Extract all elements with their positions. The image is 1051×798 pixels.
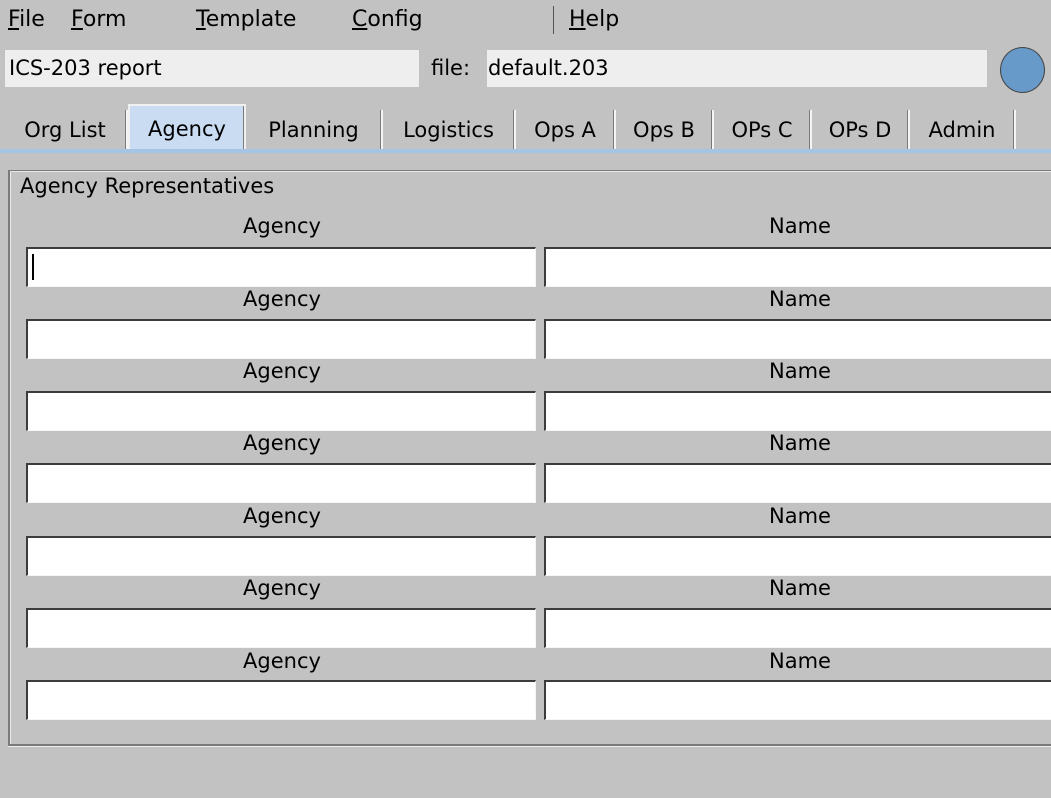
tab-logistics[interactable]: Logistics	[383, 110, 516, 150]
tab-planning[interactable]: Planning	[246, 110, 383, 150]
menu-help-label: elp	[585, 7, 620, 32]
menu-config-mnemonic: C	[352, 7, 368, 32]
panel-title: Agency Representatives	[20, 174, 275, 198]
tab-underline	[0, 149, 1051, 153]
report-name-field[interactable]: ICS-203 report	[5, 50, 419, 87]
menu-bar: File Form Template Config Help	[0, 0, 1051, 38]
text-cursor	[32, 254, 34, 280]
menu-template-label: emplate	[205, 7, 297, 32]
name-header: Name	[769, 431, 831, 455]
menu-form-mnemonic: F	[71, 7, 83, 32]
agency-input[interactable]	[26, 536, 536, 576]
name-header: Name	[769, 359, 831, 383]
agency-header: Agency	[243, 649, 321, 673]
name-input[interactable]	[544, 463, 1051, 503]
agency-header: Agency	[243, 504, 321, 528]
agency-header: Agency	[243, 431, 321, 455]
name-input[interactable]	[544, 319, 1051, 359]
menu-file[interactable]: File	[8, 5, 45, 35]
agency-input[interactable]	[26, 319, 536, 359]
agency-header: Agency	[243, 576, 321, 600]
tab-ops-c[interactable]: OPs C	[714, 110, 812, 150]
name-input[interactable]	[544, 680, 1051, 720]
menu-template[interactable]: Template	[196, 5, 296, 35]
menu-file-mnemonic: F	[8, 7, 20, 32]
tab-ops-a[interactable]: Ops A	[516, 110, 616, 150]
tab-bar: Org List Agency Planning Logistics Ops A…	[0, 104, 1051, 152]
tab-admin[interactable]: Admin	[910, 110, 1016, 150]
name-header: Name	[769, 214, 831, 238]
agency-input[interactable]	[26, 463, 536, 503]
agency-header: Agency	[243, 214, 321, 238]
tab-org-list[interactable]: Org List	[4, 110, 128, 150]
name-header: Name	[769, 287, 831, 311]
file-name-field[interactable]: default.203	[487, 50, 987, 87]
menu-form[interactable]: Form	[71, 5, 126, 35]
agency-representatives-panel: Agency Representatives Agency Name Agenc…	[8, 170, 1051, 746]
name-input[interactable]	[544, 247, 1051, 287]
menu-file-label: ile	[19, 7, 45, 32]
tab-agency[interactable]: Agency	[128, 104, 246, 150]
name-input[interactable]	[544, 391, 1051, 431]
name-header: Name	[769, 649, 831, 673]
agency-input[interactable]	[26, 391, 536, 431]
agency-header: Agency	[243, 287, 321, 311]
agency-header: Agency	[243, 359, 321, 383]
file-label: file:	[431, 56, 471, 80]
menu-help-mnemonic: H	[569, 7, 586, 32]
app-window: File Form Template Config Help ICS-203 r…	[0, 0, 1051, 798]
menu-help[interactable]: Help	[569, 5, 619, 35]
agency-input[interactable]	[26, 680, 536, 720]
agency-input[interactable]	[26, 608, 536, 648]
menu-config-label: onfig	[367, 7, 423, 32]
menu-form-label: orm	[82, 7, 127, 32]
tab-ops-b[interactable]: Ops B	[616, 110, 714, 150]
name-input[interactable]	[544, 608, 1051, 648]
agency-input[interactable]	[26, 247, 536, 287]
menu-separator	[553, 6, 554, 34]
name-header: Name	[769, 504, 831, 528]
name-header: Name	[769, 576, 831, 600]
menu-template-mnemonic: T	[196, 7, 206, 32]
status-indicator-icon[interactable]	[1000, 47, 1045, 93]
tab-ops-d[interactable]: OPs D	[812, 110, 910, 150]
menu-config[interactable]: Config	[352, 5, 423, 35]
name-input[interactable]	[544, 536, 1051, 576]
